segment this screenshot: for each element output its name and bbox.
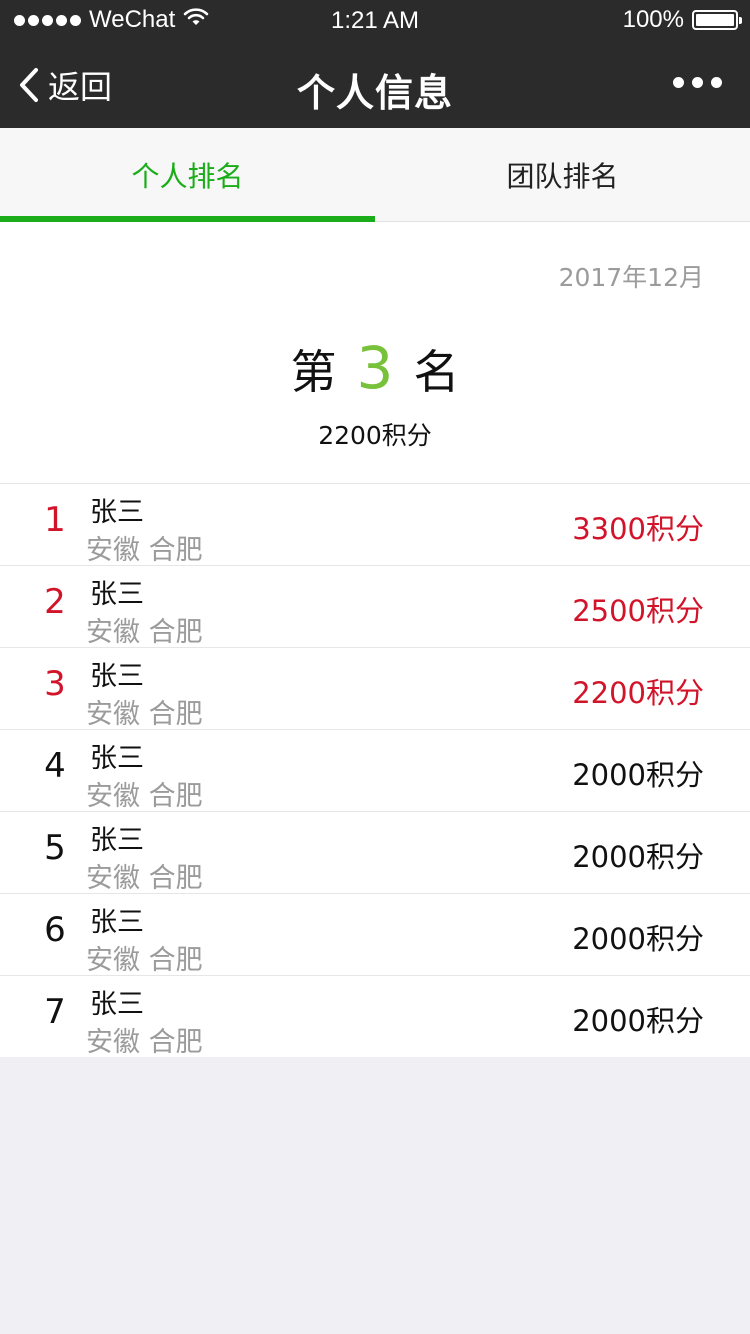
battery-percent: 100% — [622, 6, 684, 33]
page-title: 个人信息 — [296, 71, 453, 115]
list-item-location: 安徽 合肥 — [86, 1027, 203, 1058]
status-bar-right: 100% — [622, 6, 742, 34]
nav-bar: 返回 个人信息 — [0, 44, 750, 128]
list-item-name: 张三 — [90, 661, 144, 692]
list-item-location: 安徽 合肥 — [86, 535, 203, 566]
ranking-list: 1 张三 安徽 合肥 3300积分 2 张三 安徽 合肥 2500积分 3 张三… — [0, 483, 750, 1058]
list-item[interactable]: 3 张三 安徽 合肥 2200积分 — [0, 647, 750, 730]
list-item-location: 安徽 合肥 — [86, 781, 203, 812]
list-item-points: 3300积分 — [572, 512, 704, 546]
list-item-rank: 7 — [44, 992, 66, 1032]
status-bar: WeChat 1:21 AM 100% — [0, 0, 750, 44]
list-item-points: 2000积分 — [572, 840, 704, 874]
list-item[interactable]: 7 张三 安徽 合肥 2000积分 — [0, 975, 750, 1058]
tab-team-ranking[interactable]: 团队排名 — [375, 128, 750, 221]
list-item-rank: 3 — [44, 664, 66, 704]
list-item[interactable]: 6 张三 安徽 合肥 2000积分 — [0, 893, 750, 976]
list-item-location: 安徽 合肥 — [86, 617, 203, 648]
my-points: 2200积分 — [318, 421, 432, 450]
list-item-name: 张三 — [90, 989, 144, 1020]
list-item-rank: 5 — [44, 828, 66, 868]
list-item-points: 2000积分 — [572, 922, 704, 956]
list-item-points: 2000积分 — [572, 1004, 704, 1038]
ranking-date: 2017年12月 — [558, 263, 704, 292]
list-item-name: 张三 — [90, 825, 144, 856]
list-item-rank: 1 — [44, 500, 66, 540]
list-item-points: 2200积分 — [572, 676, 704, 710]
list-item-points: 2500积分 — [572, 594, 704, 628]
rank-suffix: 名 — [413, 345, 460, 399]
list-item-name: 张三 — [90, 907, 144, 938]
tab-personal-ranking[interactable]: 个人排名 — [0, 128, 375, 222]
more-dots-icon[interactable] — [673, 77, 722, 88]
list-item-location: 安徽 合肥 — [86, 945, 203, 976]
list-item[interactable]: 5 张三 安徽 合肥 2000积分 — [0, 811, 750, 894]
ranking-summary: 2017年12月 第 3 名 2200积分 — [0, 222, 750, 483]
list-item[interactable]: 1 张三 安徽 合肥 3300积分 — [0, 483, 750, 566]
list-item-name: 张三 — [90, 579, 144, 610]
list-item-location: 安徽 合肥 — [86, 863, 203, 894]
list-item-rank: 2 — [44, 582, 66, 622]
tab-bar: 个人排名 团队排名 — [0, 128, 750, 222]
list-item[interactable]: 2 张三 安徽 合肥 2500积分 — [0, 565, 750, 648]
list-item[interactable]: 4 张三 安徽 合肥 2000积分 — [0, 729, 750, 812]
list-item-name: 张三 — [90, 497, 144, 528]
list-item-location: 安徽 合肥 — [86, 699, 203, 730]
my-rank: 第 3 名 — [0, 334, 750, 402]
list-item-points: 2000积分 — [572, 758, 704, 792]
list-item-rank: 6 — [44, 910, 66, 950]
battery-icon — [692, 10, 742, 30]
rank-number: 3 — [356, 334, 394, 402]
list-item-rank: 4 — [44, 746, 66, 786]
rank-prefix: 第 — [290, 345, 337, 399]
list-item-name: 张三 — [90, 743, 144, 774]
